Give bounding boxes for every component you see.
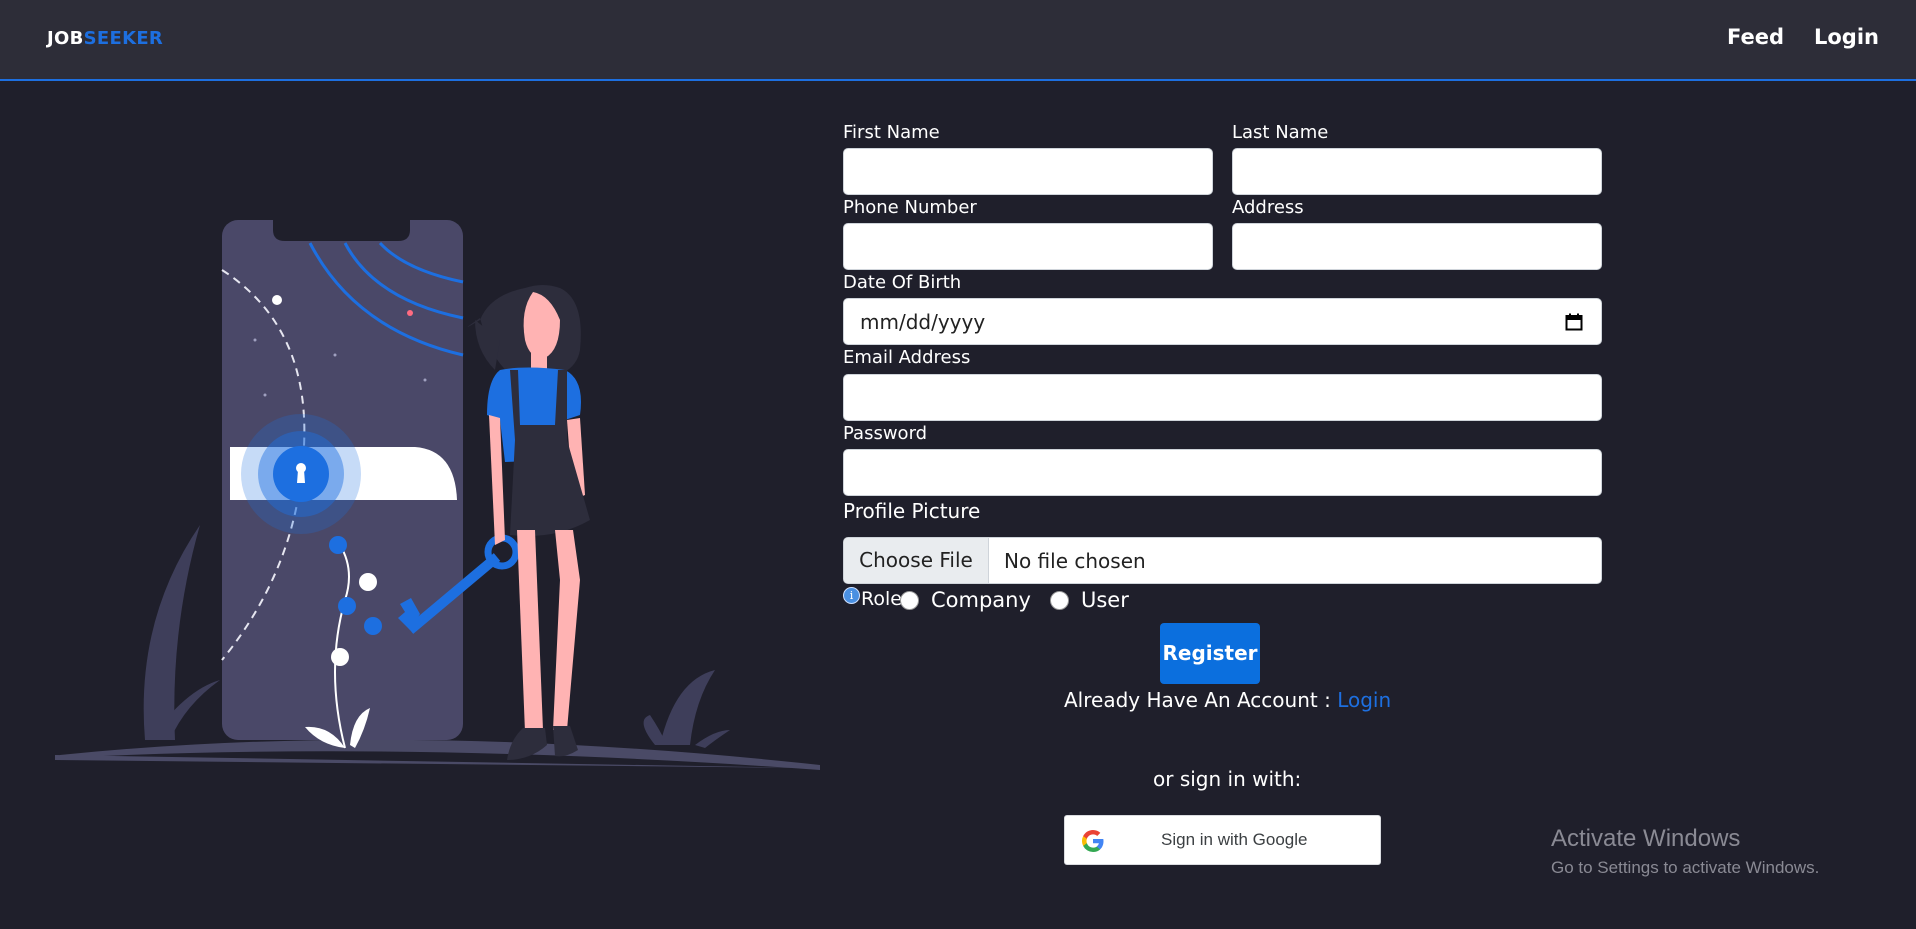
google-sign-in-button[interactable]: Sign in with Google <box>1064 815 1381 865</box>
or-sign-in-text: or sign in with: <box>1153 767 1302 791</box>
brand-part-seeker: SEEKER <box>83 28 164 49</box>
first-name-input[interactable] <box>843 148 1213 195</box>
role-user-radio[interactable] <box>1050 591 1069 610</box>
profile-picture-input[interactable]: Choose File No file chosen <box>843 537 1602 584</box>
first-name-label: First Name <box>843 122 940 143</box>
last-name-input[interactable] <box>1232 148 1602 195</box>
address-label: Address <box>1232 197 1304 218</box>
calendar-icon[interactable] <box>1565 313 1583 331</box>
profile-picture-label: Profile Picture <box>843 499 981 523</box>
login-illustration <box>55 220 820 770</box>
google-sign-in-label: Sign in with Google <box>1161 830 1308 849</box>
nav-feed-link[interactable]: Feed <box>1727 25 1784 49</box>
brand-part-job: JOB <box>47 28 84 49</box>
email-label: Email Address <box>843 347 971 368</box>
nav-login-link[interactable]: Login <box>1814 25 1879 49</box>
dob-placeholder: mm/dd/yyyy <box>860 310 986 334</box>
brand-logo[interactable]: JOBSEEKER <box>47 28 163 49</box>
dob-input[interactable]: mm/dd/yyyy <box>843 298 1602 345</box>
info-icon[interactable]: i <box>843 587 860 604</box>
phone-label: Phone Number <box>843 197 977 218</box>
password-label: Password <box>843 423 928 444</box>
phone-input[interactable] <box>843 223 1213 270</box>
already-account-label: Already Have An Account : <box>1064 688 1338 712</box>
password-input[interactable] <box>843 449 1602 496</box>
role-user-label[interactable]: User <box>1081 588 1129 612</box>
last-name-label: Last Name <box>1232 122 1329 143</box>
role-row: i Role Company User <box>843 587 1263 613</box>
navbar: JOBSEEKER Feed Login <box>0 0 1916 81</box>
register-button[interactable]: Register <box>1160 623 1260 684</box>
activate-windows-title: Activate Windows <box>1551 825 1741 852</box>
role-company-radio[interactable] <box>900 591 919 610</box>
choose-file-button[interactable]: Choose File <box>844 538 989 583</box>
already-account-text: Already Have An Account : Login <box>1064 688 1391 712</box>
role-label: Role <box>861 588 902 610</box>
already-login-link[interactable]: Login <box>1337 688 1391 712</box>
activate-windows-subtitle: Go to Settings to activate Windows. <box>1551 858 1820 877</box>
google-icon <box>1082 830 1104 852</box>
email-input[interactable] <box>843 374 1602 421</box>
address-input[interactable] <box>1232 223 1602 270</box>
role-company-label[interactable]: Company <box>931 588 1031 612</box>
dob-label: Date Of Birth <box>843 272 962 293</box>
file-status: No file chosen <box>1004 549 1146 573</box>
